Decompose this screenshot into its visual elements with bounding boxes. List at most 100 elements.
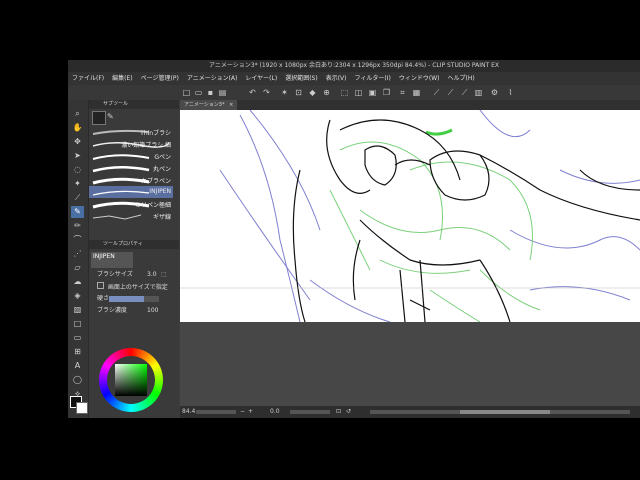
pen-tool-icon[interactable]: ✎ — [71, 206, 84, 218]
snap-grid-icon[interactable]: ⟋ — [460, 88, 469, 97]
brush-item[interactable]: Thinブラシ — [89, 126, 173, 138]
zoom-tool-icon[interactable]: ⌕ — [71, 108, 84, 120]
title-bar: アニメーション3* (1920 x 1080px 余白あり:2304 x 129… — [68, 60, 640, 72]
brush-tool-icon[interactable]: ⌒ — [71, 234, 84, 246]
transform-icon[interactable]: ⊡ — [294, 88, 303, 97]
brush-item-selected[interactable]: INJIPEN — [89, 186, 173, 198]
hardness-slider[interactable] — [109, 296, 159, 302]
brush-label: Thinブラシ — [140, 130, 171, 137]
brush-size-row[interactable]: ブラシサイズ 3.0 ⬚ — [91, 270, 177, 280]
snap-special-icon[interactable]: ⟋ — [446, 88, 455, 97]
menu-filter[interactable]: フィルター(I) — [351, 72, 395, 85]
fill-icon[interactable]: ◆ — [308, 88, 317, 97]
deselect-icon[interactable]: ⬚ — [340, 88, 349, 97]
zoom-value[interactable]: 84.4 — [182, 406, 195, 418]
blend-tool-icon[interactable]: ☁ — [71, 276, 84, 288]
density-row[interactable]: ブラシ濃度 100 — [91, 306, 177, 316]
brush-label: 濃い鉛筆ブラシ 細 — [121, 142, 171, 149]
menu-edit[interactable]: 編集(E) — [108, 72, 136, 85]
document-tab-label: アニメーション3* — [184, 102, 225, 108]
screen-size-label: 画面上のサイズで指定 — [107, 284, 168, 291]
figure-tool-icon[interactable]: □ — [71, 318, 84, 330]
ruler-tool-icon[interactable]: ⊞ — [71, 346, 84, 358]
hardness-row[interactable]: 硬さ — [91, 294, 177, 304]
grid-icon[interactable]: ▦ — [412, 88, 421, 97]
fill-tool-icon[interactable]: ◈ — [71, 290, 84, 302]
brush-preview-box: INJIPEN — [91, 252, 133, 268]
menu-animation[interactable]: アニメーション(A) — [183, 72, 242, 85]
open-icon[interactable]: ▭ — [194, 88, 203, 97]
brush-item[interactable]: カブラペン — [89, 174, 173, 186]
brush-label: INJIPEN — [149, 188, 171, 195]
lasso-tool-icon[interactable]: ◌ — [71, 164, 84, 176]
menu-layer[interactable]: レイヤー(L) — [241, 72, 281, 85]
gradient-tool-icon[interactable]: ▨ — [71, 304, 84, 316]
rotation-value[interactable]: 0.0 — [270, 406, 280, 418]
frame-tool-icon[interactable]: ▭ — [71, 332, 84, 344]
brush-settings-icon[interactable]: ✎ — [107, 112, 114, 121]
hand-tool-icon[interactable]: ✋ — [71, 122, 84, 134]
operation-tool-icon[interactable]: ➤ — [71, 150, 84, 162]
menu-help[interactable]: ヘルプ(H) — [443, 72, 478, 85]
copy-icon[interactable]: ❐ — [382, 88, 391, 97]
screen-size-checkbox[interactable] — [97, 282, 104, 289]
horizontal-scrollbar-thumb[interactable] — [460, 410, 550, 414]
brush-label: ミリペン極細 — [134, 202, 171, 209]
brush-item[interactable]: Gペン — [89, 150, 173, 162]
sub-color-swatch[interactable] — [76, 402, 88, 414]
reset-icon[interactable]: ↺ — [346, 406, 351, 418]
color-wheel[interactable] — [99, 348, 163, 412]
menu-file[interactable]: ファイル(F) — [68, 72, 108, 85]
menu-view[interactable]: 表示(V) — [322, 72, 351, 85]
redo-icon[interactable]: ↷ — [262, 88, 271, 97]
export-icon[interactable]: ▤ — [218, 88, 227, 97]
current-brush-name: INJIPEN — [93, 253, 115, 260]
clear-icon[interactable]: ✶ — [280, 88, 289, 97]
brush-item[interactable]: 濃い鉛筆ブラシ 細 — [89, 138, 173, 150]
drawing-canvas[interactable] — [180, 110, 640, 322]
crop-icon[interactable]: ▣ — [368, 88, 377, 97]
document-tabbar: アニメーション3* × — [180, 100, 640, 110]
text-tool-icon[interactable]: A — [71, 360, 84, 372]
zoom-out-icon[interactable]: − — [240, 406, 245, 418]
snap-ruler-icon[interactable]: ⟋ — [432, 88, 441, 97]
new-file-icon[interactable]: □ — [182, 88, 191, 97]
ruler-icon[interactable]: ⌗ — [398, 88, 407, 97]
menu-page[interactable]: ページ管理(P) — [137, 72, 183, 85]
airbrush-tool-icon[interactable]: ⋰ — [71, 248, 84, 260]
invert-icon[interactable]: ◫ — [354, 88, 363, 97]
settings-icon[interactable]: ⚙ — [490, 88, 499, 97]
menu-window[interactable]: ウィンドウ(W) — [395, 72, 444, 85]
subtool-panel-header: サブツール — [89, 100, 179, 109]
highlight-stroke — [425, 128, 453, 136]
magic-wand-tool-icon[interactable]: ✦ — [71, 178, 84, 190]
spray-icon[interactable]: ⌇ — [506, 88, 515, 97]
brush-item[interactable]: 丸ペン — [89, 162, 173, 174]
zoom-in-icon[interactable]: + — [248, 406, 253, 418]
brush-item[interactable]: ギザ線 — [89, 210, 173, 222]
brush-size-label: ブラシサイズ — [97, 271, 133, 278]
saturation-box[interactable] — [115, 364, 147, 396]
layer-icon[interactable]: ▥ — [474, 88, 483, 97]
fit-icon[interactable]: ⊡ — [336, 406, 341, 418]
density-label: ブラシ濃度 — [97, 307, 127, 314]
move-tool-icon[interactable]: ✥ — [71, 136, 84, 148]
balloon-tool-icon[interactable]: ◯ — [71, 374, 84, 386]
screen-size-row[interactable]: 画面上のサイズで指定 — [91, 282, 177, 292]
brush-category-icon[interactable] — [92, 111, 106, 125]
density-value[interactable]: 100 — [147, 306, 158, 316]
eraser-tool-icon[interactable]: ▱ — [71, 262, 84, 274]
menu-selection[interactable]: 選択範囲(S) — [281, 72, 322, 85]
close-icon[interactable]: × — [229, 102, 233, 108]
undo-icon[interactable]: ↶ — [248, 88, 257, 97]
eyedropper-tool-icon[interactable]: ⟋ — [71, 192, 84, 204]
pencil-tool-icon[interactable]: ✏ — [71, 220, 84, 232]
select-icon[interactable]: ⊕ — [322, 88, 331, 97]
save-icon[interactable]: ▪ — [206, 88, 215, 97]
brush-size-adjust-icon[interactable]: ⬚ — [161, 270, 167, 280]
rotation-slider[interactable] — [290, 410, 330, 414]
zoom-slider[interactable] — [196, 410, 236, 414]
brush-item[interactable]: ミリペン極細 — [89, 198, 173, 210]
document-tab[interactable]: アニメーション3* × — [180, 100, 238, 110]
brush-size-value[interactable]: 3.0 — [147, 270, 157, 280]
